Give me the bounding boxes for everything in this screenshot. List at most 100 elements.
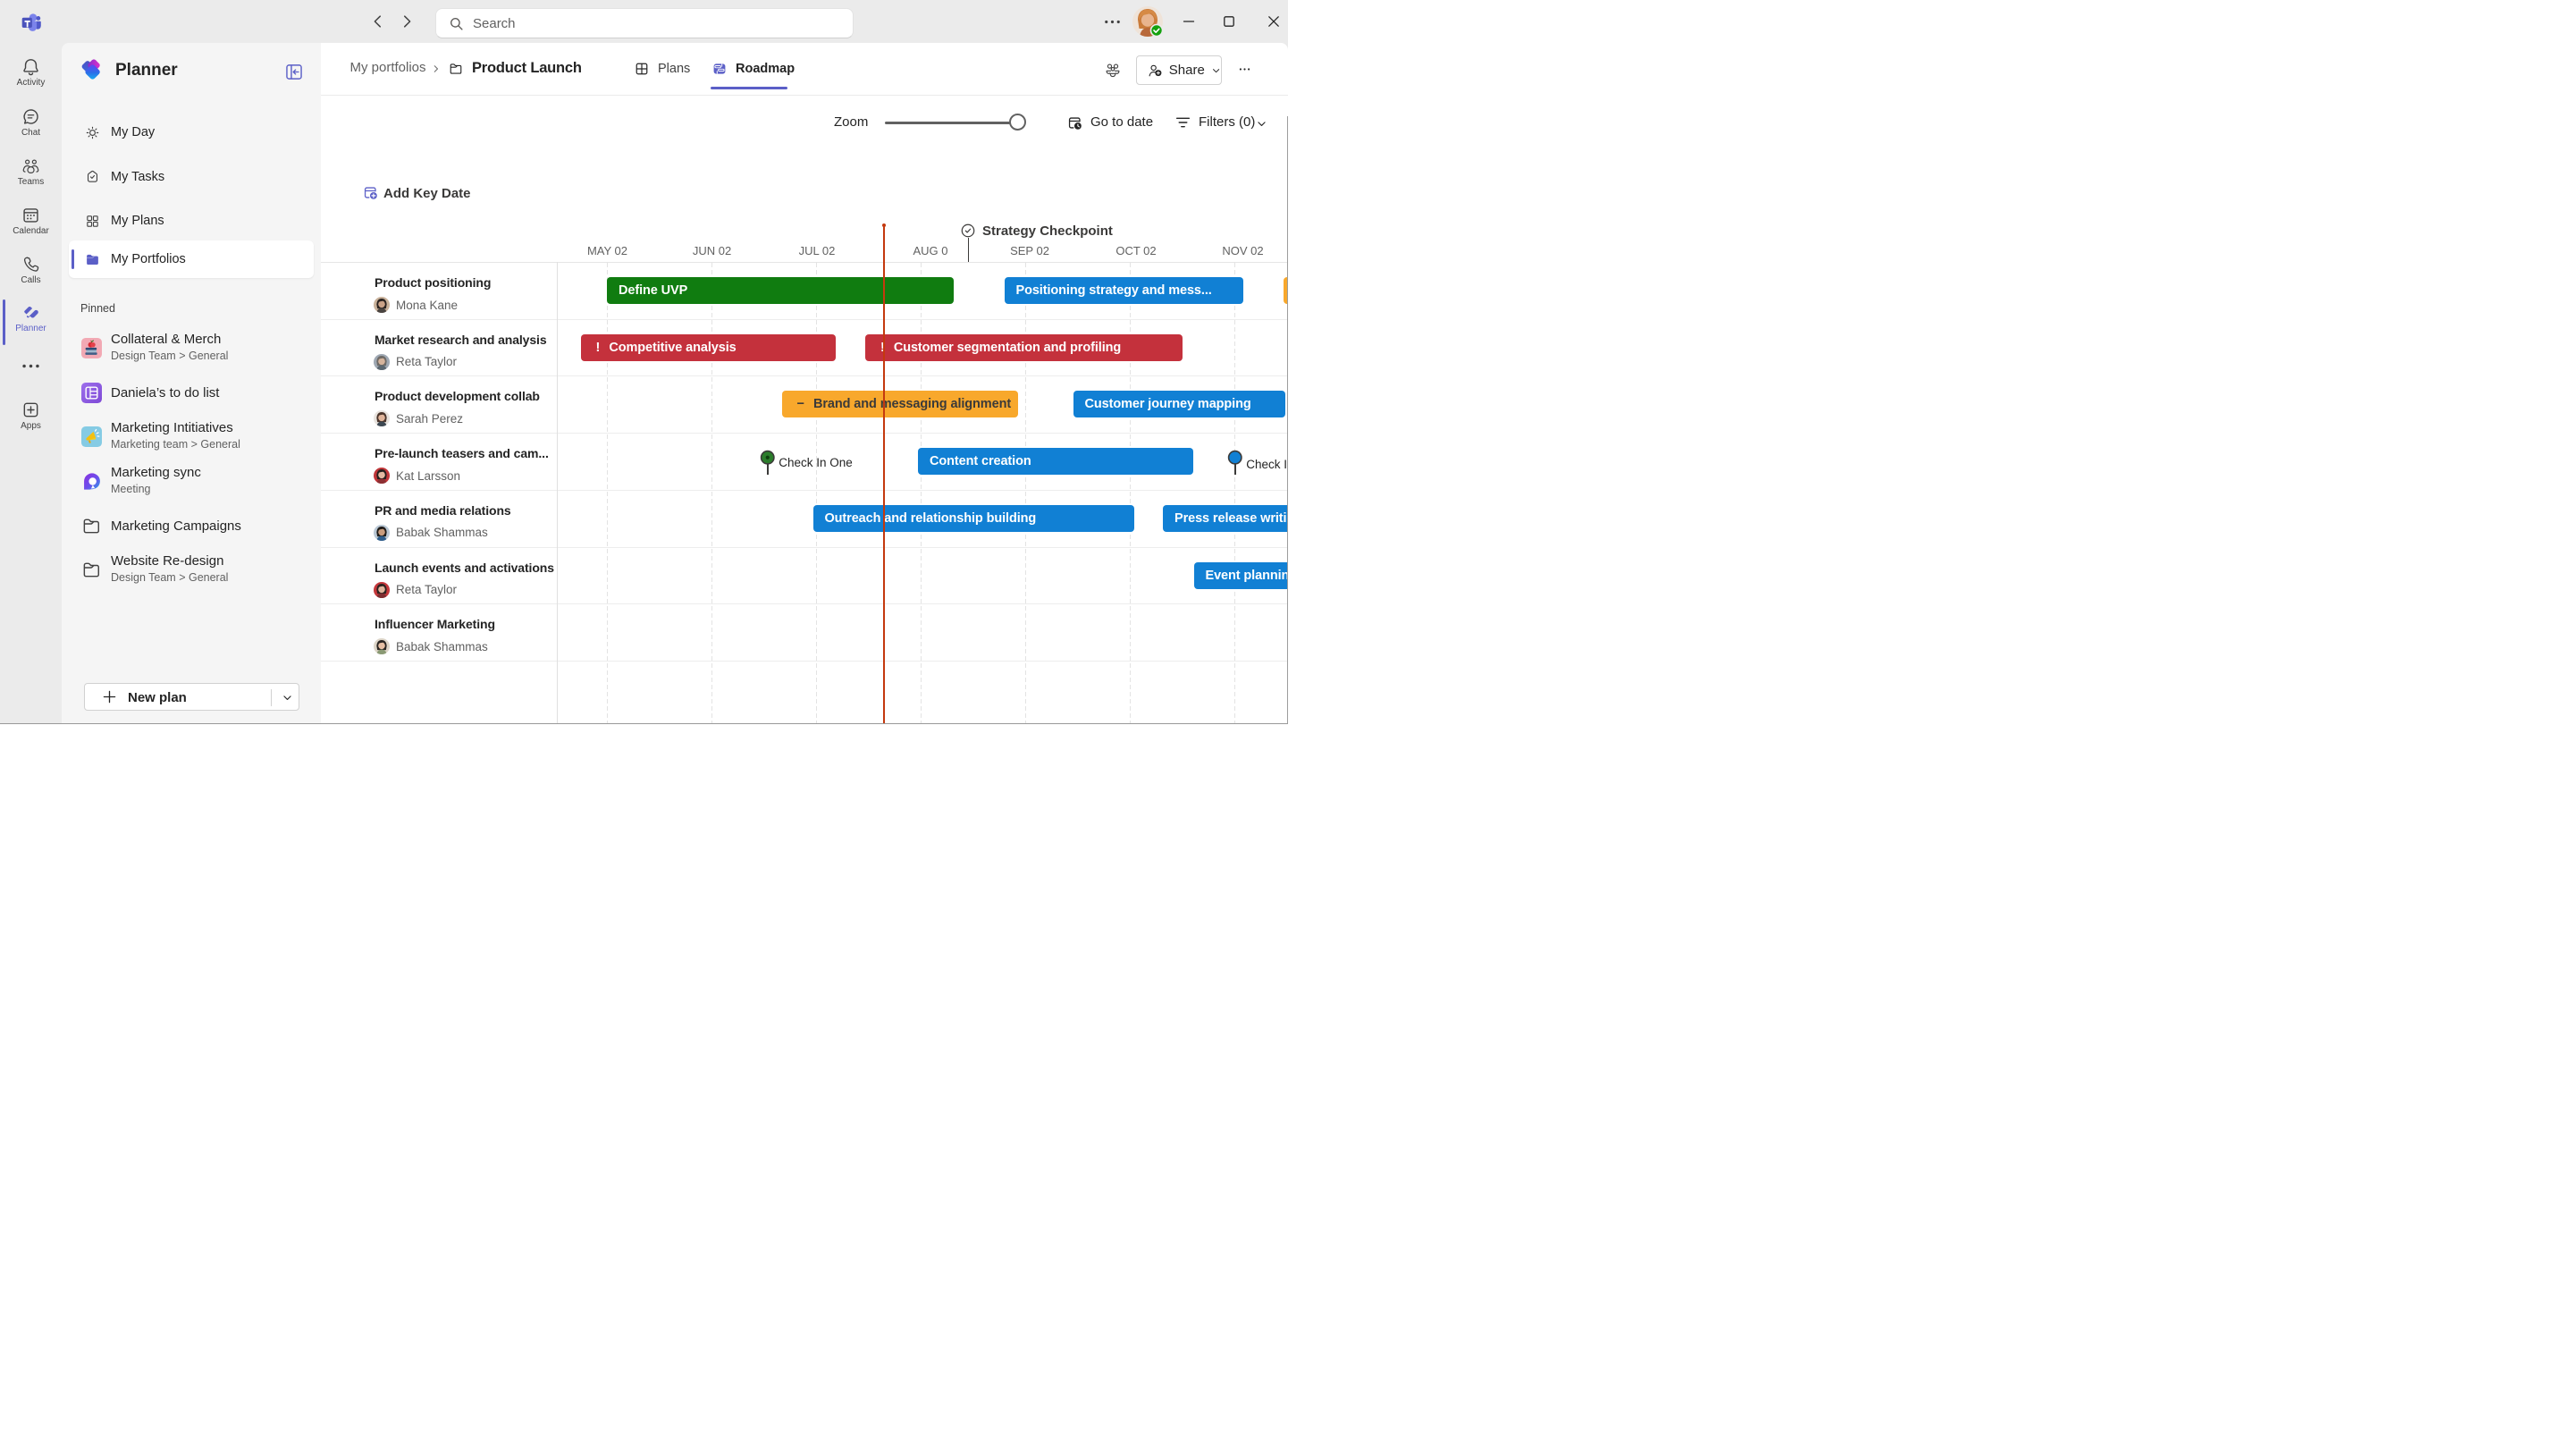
pin-stem: [767, 463, 769, 475]
task-bar[interactable]: Press release writing: [1163, 505, 1288, 532]
folder-icon: [81, 560, 102, 580]
planner-logo-icon: [80, 58, 105, 82]
sidebar-item-my-plans[interactable]: My Plans: [69, 203, 314, 239]
task-bar[interactable]: Customer journey mapping: [1073, 391, 1286, 417]
task-bar-label: Event planning: [1206, 569, 1289, 583]
back-button[interactable]: [370, 13, 386, 30]
pinned-item-website-re-design[interactable]: Website Re-designDesign Team > General: [62, 548, 321, 593]
month-label: MAY 02: [587, 244, 627, 257]
rail-item-calls[interactable]: Calls: [0, 247, 62, 293]
name-column-divider: [557, 262, 558, 723]
sidebar-item-my-tasks[interactable]: My Tasks: [69, 159, 314, 195]
new-plan-button[interactable]: New plan: [84, 683, 299, 711]
forward-button[interactable]: [399, 13, 415, 30]
new-plan-dropdown[interactable]: [282, 692, 293, 704]
rail-item-apps[interactable]: Apps: [0, 392, 62, 439]
close-button[interactable]: [1267, 15, 1280, 28]
task-bar[interactable]: !Competitive analysis: [581, 334, 836, 361]
row-divider: [321, 547, 1288, 548]
active-rail-indicator: [3, 299, 5, 345]
milestone-pin[interactable]: Check In: [1227, 450, 1243, 466]
row-title[interactable]: Product positioning: [375, 275, 491, 290]
month-label: OCT 02: [1115, 244, 1156, 257]
owner-avatar: [374, 582, 390, 598]
today-line: [883, 225, 885, 723]
pin-stem: [1234, 463, 1236, 475]
row-title[interactable]: Launch events and activations: [375, 561, 554, 575]
row-title[interactable]: Product development collab: [375, 389, 540, 403]
tasks-icon: [85, 169, 100, 184]
month-gridline: [816, 263, 817, 723]
month-label: JUL 02: [799, 244, 836, 257]
pinned-item-title: Marketing sync: [111, 465, 201, 480]
row-title[interactable]: Pre-launch teasers and cam...: [375, 446, 549, 460]
pinned-item-collateral-merch[interactable]: Collateral & MerchDesign Team > General: [62, 326, 321, 371]
rail-item-more[interactable]: [0, 342, 62, 389]
checkpoint-icon[interactable]: [961, 223, 975, 238]
roadmap-grid: MAY 02JUN 02JUL 02AUG 0SEP 02OCT 02NOV 0…: [321, 43, 1288, 725]
rail-item-label: Chat: [21, 128, 40, 138]
rail-item-chat[interactable]: Chat: [0, 99, 62, 146]
rail-item-label: Planner: [15, 324, 46, 333]
folder-icon: [81, 516, 102, 536]
month-gridline: [711, 263, 712, 723]
owner-name: Reta Taylor: [396, 583, 457, 596]
rail-item-activity[interactable]: Activity: [0, 49, 62, 96]
todolist-icon: [81, 383, 102, 403]
owner-name: Kat Larsson: [396, 469, 460, 483]
pinned-item-subtitle: Meeting: [111, 483, 150, 495]
more-icon: [21, 357, 40, 375]
collapse-sidebar-button[interactable]: [286, 64, 302, 80]
rail-item-label: Calendar: [13, 226, 49, 236]
sidebar-item-label: My Day: [111, 125, 155, 139]
task-bar[interactable]: Event planning: [1194, 562, 1289, 589]
row-divider: [321, 490, 1288, 491]
rail-item-teams[interactable]: Teams: [0, 148, 62, 195]
timeline-header-divider: [321, 262, 1288, 263]
main-content: My portfolios Product Launch Plans Roadm…: [321, 43, 1288, 725]
avatar[interactable]: [1132, 6, 1163, 37]
pinned-item-subtitle: Design Team > General: [111, 571, 228, 584]
owner-avatar: [374, 354, 390, 370]
pinned-item-marketing-intitiatives[interactable]: Marketing IntitiativesMarketing team > G…: [62, 415, 321, 459]
owner-name: Reta Taylor: [396, 355, 457, 368]
task-bar[interactable]: !Customer segmentation and profiling: [865, 334, 1183, 361]
sidebar-item-my-day[interactable]: My Day: [69, 114, 314, 150]
pinned-item-title: Marketing Campaigns: [111, 518, 241, 534]
task-bar[interactable]: Outreach and relationship building: [813, 505, 1134, 532]
pinned-item-daniela-s-to-do-list[interactable]: Daniela’s to do list: [62, 371, 321, 416]
sidebar-item-my-portfolios[interactable]: My Portfolios: [69, 240, 314, 278]
task-bar[interactable]: −Brand and messaging alignment: [782, 391, 1018, 417]
rail-item-calendar[interactable]: Calendar: [0, 198, 62, 244]
task-bar-label: Brand and messaging alignment: [813, 397, 1011, 411]
owner-name: Babak Shammas: [396, 640, 488, 653]
teams-icon: [21, 156, 40, 175]
active-item-indicator: [72, 249, 75, 269]
task-bar[interactable]: Define UVP: [607, 277, 954, 304]
row-title[interactable]: Market research and analysis: [375, 333, 547, 347]
pinned-item-title: Collateral & Merch: [111, 332, 221, 347]
owner-avatar: [374, 410, 390, 426]
minimize-button[interactable]: [1183, 15, 1195, 28]
search-input[interactable]: Search: [435, 8, 854, 38]
apps-icon: [21, 400, 40, 419]
pinned-item-marketing-sync[interactable]: Marketing sync Meeting: [62, 459, 321, 504]
titlebar-more-icon[interactable]: [1104, 19, 1121, 25]
owner-avatar: [374, 638, 390, 654]
rail-item-planner[interactable]: Planner: [0, 295, 62, 341]
teams-window: Search Activity Chat Teams Calendar Calls Pla…: [0, 0, 1288, 725]
task-bar-label: Competitive analysis: [609, 341, 736, 355]
month-gridline: [607, 263, 608, 723]
sidebar-item-label: My Plans: [111, 214, 164, 228]
month-gridline: [1234, 263, 1235, 723]
maximize-button[interactable]: [1223, 15, 1235, 28]
row-title[interactable]: PR and media relations: [375, 503, 511, 518]
milestone-pin[interactable]: Check In One: [760, 450, 776, 466]
row-title[interactable]: Influencer Marketing: [375, 617, 495, 631]
pinned-item-marketing-campaigns[interactable]: Marketing Campaigns: [62, 503, 321, 548]
rail-item-label: Calls: [21, 275, 40, 285]
task-bar[interactable]: Content creation: [918, 448, 1193, 475]
task-bar[interactable]: Positioning strategy and mess...: [1005, 277, 1243, 304]
pinned-item-title: Daniela’s to do list: [111, 385, 219, 400]
window-bottom-gap: [0, 724, 1288, 725]
